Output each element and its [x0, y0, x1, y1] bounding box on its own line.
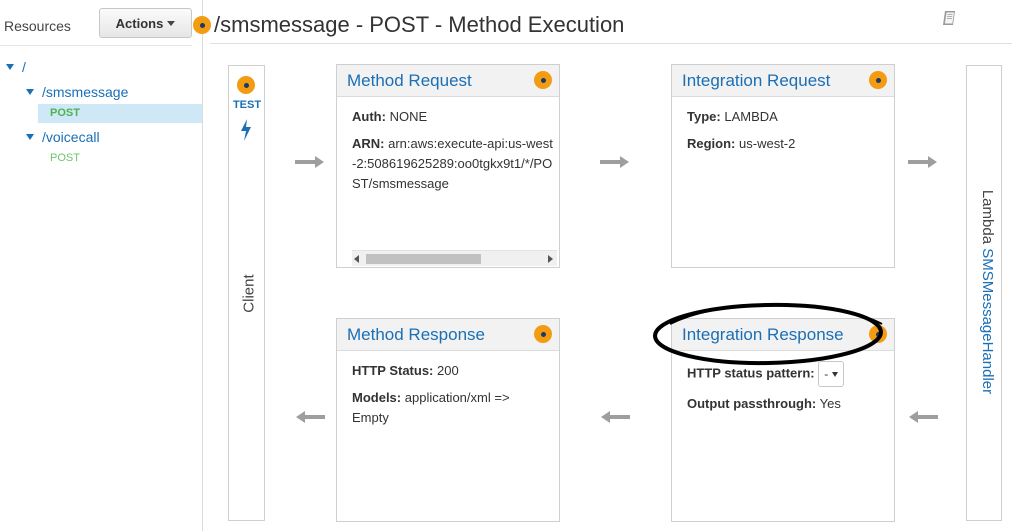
http-status-row: HTTP Status: 200 — [352, 361, 559, 381]
integration-response-box: Integration Response HTTP status pattern… — [671, 318, 895, 522]
orange-status-dot — [869, 71, 887, 89]
region-value: us-west-2 — [739, 136, 796, 151]
tree-item-label: /voicecall — [42, 129, 100, 145]
method-response-body: HTTP Status: 200 Models: application/xml… — [337, 351, 559, 428]
sidebar-divider — [0, 45, 192, 46]
scroll-left-icon[interactable] — [354, 255, 359, 263]
auth-label: Auth: — [352, 109, 386, 124]
http-status-value: 200 — [437, 363, 459, 378]
integration-request-link[interactable]: Integration Request — [682, 71, 830, 91]
actions-label: Actions — [115, 15, 164, 31]
method-request-box: Method Request Auth: NONE ARN: arn:aws:e… — [336, 64, 560, 268]
arrow-right-icon — [295, 156, 324, 168]
client-label: Client — [240, 274, 258, 313]
status-pattern-value: - — [824, 367, 829, 381]
lambda-prefix: Lambda — [979, 189, 996, 245]
method-response-link[interactable]: Method Response — [347, 325, 485, 345]
panel-divider — [202, 0, 203, 531]
integration-request-header: Integration Request — [672, 65, 894, 97]
orange-status-dot — [534, 325, 552, 343]
arrow-right-icon — [600, 156, 629, 168]
tree-item-voicecall-post[interactable]: POST — [50, 152, 80, 164]
status-pattern-row: HTTP status pattern: - — [687, 361, 894, 387]
integration-request-box: Integration Request Type: LAMBDA Region:… — [671, 64, 895, 268]
auth-value: NONE — [389, 109, 428, 124]
actions-button[interactable]: Actions — [99, 8, 192, 38]
page-title: /smsmessage - POST - Method Execution — [214, 12, 625, 37]
http-status-label: HTTP Status: — [352, 363, 434, 378]
integration-response-body: HTTP status pattern: - Output passthroug… — [672, 351, 894, 414]
method-response-box: Method Response HTTP Status: 200 Models:… — [336, 318, 560, 522]
expand-triangle-icon[interactable] — [26, 89, 34, 95]
orange-status-dot — [237, 76, 255, 94]
expand-triangle-icon[interactable] — [6, 64, 14, 70]
method-request-header: Method Request — [337, 65, 559, 97]
orange-status-dot — [193, 16, 211, 34]
models-row: Models: application/xml => Empty — [352, 388, 542, 428]
scrollbar-thumb[interactable] — [366, 254, 481, 264]
tree-item-smsmessage[interactable]: /smsmessage — [26, 84, 128, 100]
arrow-left-icon — [601, 411, 630, 423]
chevron-down-icon — [832, 371, 839, 377]
tree-item-root[interactable]: / — [6, 59, 26, 75]
tree-item-smsmessage-post[interactable]: POST — [38, 104, 202, 123]
header-divider — [210, 43, 1012, 44]
method-request-body: Auth: NONE ARN: arn:aws:execute-api:us-w… — [337, 97, 559, 244]
orange-status-dot — [869, 325, 887, 343]
passthrough-row: Output passthrough: Yes — [687, 394, 894, 414]
expand-triangle-icon[interactable] — [26, 134, 34, 140]
auth-row: Auth: NONE — [352, 107, 559, 127]
lambda-function-link[interactable]: SMSMessageHandler — [979, 248, 996, 394]
chevron-down-icon — [167, 20, 176, 26]
arn-row: ARN: arn:aws:execute-api:us-west-2:50861… — [352, 134, 557, 244]
arrow-left-icon — [296, 411, 325, 423]
method-response-header: Method Response — [337, 319, 559, 351]
method-request-link[interactable]: Method Request — [347, 71, 472, 91]
arrow-left-icon — [909, 411, 938, 423]
test-link[interactable]: TEST — [231, 99, 263, 111]
integration-request-body: Type: LAMBDA Region: us-west-2 — [672, 97, 894, 154]
type-label: Type: — [687, 109, 721, 124]
region-row: Region: us-west-2 — [687, 134, 894, 154]
lightning-bolt-icon[interactable] — [238, 118, 254, 142]
arn-label: ARN: — [352, 136, 385, 151]
orange-status-dot — [534, 71, 552, 89]
models-label: Models: — [352, 390, 402, 405]
tree-item-voicecall[interactable]: /voicecall — [26, 129, 100, 145]
arrow-right-icon — [908, 156, 937, 168]
integration-response-header: Integration Response — [672, 319, 894, 351]
book-icon[interactable] — [940, 8, 960, 28]
lambda-label: Lambda SMSMessageHandler — [974, 147, 996, 437]
passthrough-label: Output passthrough: — [687, 396, 817, 411]
horizontal-scrollbar[interactable] — [352, 250, 557, 266]
passthrough-value: Yes — [819, 396, 841, 411]
scroll-right-icon[interactable] — [548, 255, 553, 263]
type-row: Type: LAMBDA — [687, 107, 894, 127]
tree-item-label: /smsmessage — [42, 84, 129, 100]
status-pattern-label: HTTP status pattern: — [687, 365, 815, 381]
resources-title: Resources — [4, 18, 71, 34]
status-pattern-select[interactable]: - — [818, 361, 845, 387]
tree-item-label: / — [22, 59, 26, 75]
type-value: LAMBDA — [724, 109, 778, 124]
region-label: Region: — [687, 136, 736, 151]
integration-response-link[interactable]: Integration Response — [682, 325, 844, 345]
